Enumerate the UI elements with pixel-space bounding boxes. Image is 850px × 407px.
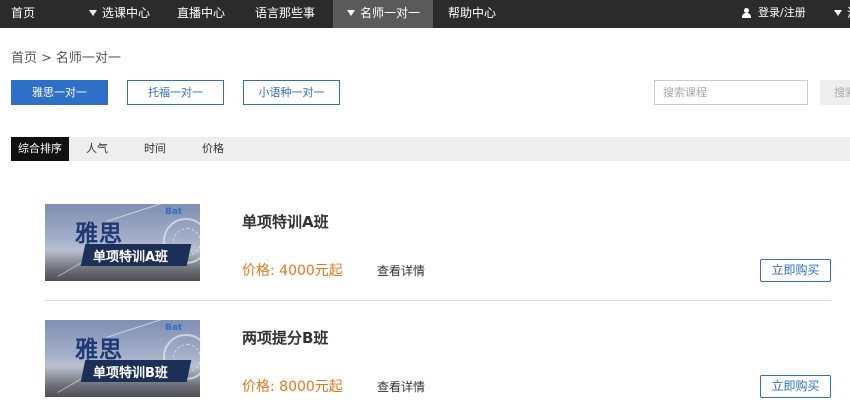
tab-toefl-one-on-one[interactable]: 托福一对一 <box>127 80 224 105</box>
search-button[interactable]: 搜索 <box>820 80 850 105</box>
divider <box>45 300 831 301</box>
nav-language-stories-label: 语言那些事 <box>255 6 316 20</box>
tab-minor-language-one-on-one[interactable]: 小语种一对一 <box>243 80 340 105</box>
breadcrumb: 首页 > 名师一对一 <box>11 47 125 66</box>
nav-course-center-label: 选课中心 <box>102 6 151 20</box>
login-register-link[interactable]: 登录/注册 <box>758 0 806 28</box>
nav-course-center[interactable]: 选课中心 <box>89 0 150 28</box>
nav-one-on-one-label: 名师一对一 <box>360 6 421 20</box>
nav-help-center-label: 帮助中心 <box>448 6 497 20</box>
buy-now-button[interactable]: 立即购买 <box>760 259 831 282</box>
course-thumbnail[interactable]: Bat 雅思 单项特训B班 <box>45 320 200 397</box>
thumbnail-logo: Bat <box>165 207 183 217</box>
caret-down-icon <box>347 10 355 16</box>
buy-now-button[interactable]: 立即购买 <box>760 375 831 398</box>
course-thumbnail[interactable]: Bat 雅思 单项特训A班 <box>45 204 200 281</box>
user-icon <box>741 8 751 19</box>
course-name[interactable]: 两项提分B班 <box>242 327 328 348</box>
view-details-link[interactable]: 查看详情 <box>377 262 425 279</box>
breadcrumb-separator: > <box>41 51 52 66</box>
nav-home[interactable]: 首页 <box>11 0 35 28</box>
thumbnail-logo: Bat <box>165 323 183 333</box>
nav-live-center-label: 直播中心 <box>177 6 226 20</box>
sort-bar: 综合排序 人气 时间 价格 <box>11 137 850 161</box>
sort-price[interactable]: 价格 <box>195 137 231 161</box>
breadcrumb-home[interactable]: 首页 <box>11 51 37 66</box>
nav-cut-item[interactable]: 消 <box>834 0 850 28</box>
nav-home-label: 首页 <box>11 6 36 20</box>
caret-down-icon <box>89 10 97 16</box>
course-price: 价格: 8000元起 <box>242 379 343 395</box>
search-input[interactable] <box>654 80 808 105</box>
thumbnail-title: 雅思 <box>75 337 123 363</box>
tab-ielts-one-on-one[interactable]: 雅思一对一 <box>11 80 108 105</box>
sort-popularity[interactable]: 人气 <box>79 137 115 161</box>
sort-comprehensive[interactable]: 综合排序 <box>11 137 69 161</box>
nav-one-on-one[interactable]: 名师一对一 <box>333 0 433 28</box>
thumbnail-band-text: 单项特训A班 <box>93 250 169 265</box>
course-price: 价格: 4000元起 <box>242 263 343 279</box>
sort-time[interactable]: 时间 <box>137 137 173 161</box>
breadcrumb-current: 名师一对一 <box>55 51 121 66</box>
top-nav: 首页 选课中心 直播中心 语言那些事 名师一对一 帮助中心 登录/注册 消 <box>0 0 850 28</box>
course-name[interactable]: 单项特训A班 <box>242 211 329 232</box>
nav-language-stories[interactable]: 语言那些事 <box>255 0 315 28</box>
nav-live-center[interactable]: 直播中心 <box>177 0 225 28</box>
caret-down-icon <box>834 10 842 16</box>
nav-help-center[interactable]: 帮助中心 <box>448 0 496 28</box>
view-details-link[interactable]: 查看详情 <box>377 378 425 395</box>
thumbnail-band-text: 单项特训B班 <box>93 366 168 381</box>
thumbnail-title: 雅思 <box>75 221 123 247</box>
login-register-label: 登录/注册 <box>758 6 806 19</box>
